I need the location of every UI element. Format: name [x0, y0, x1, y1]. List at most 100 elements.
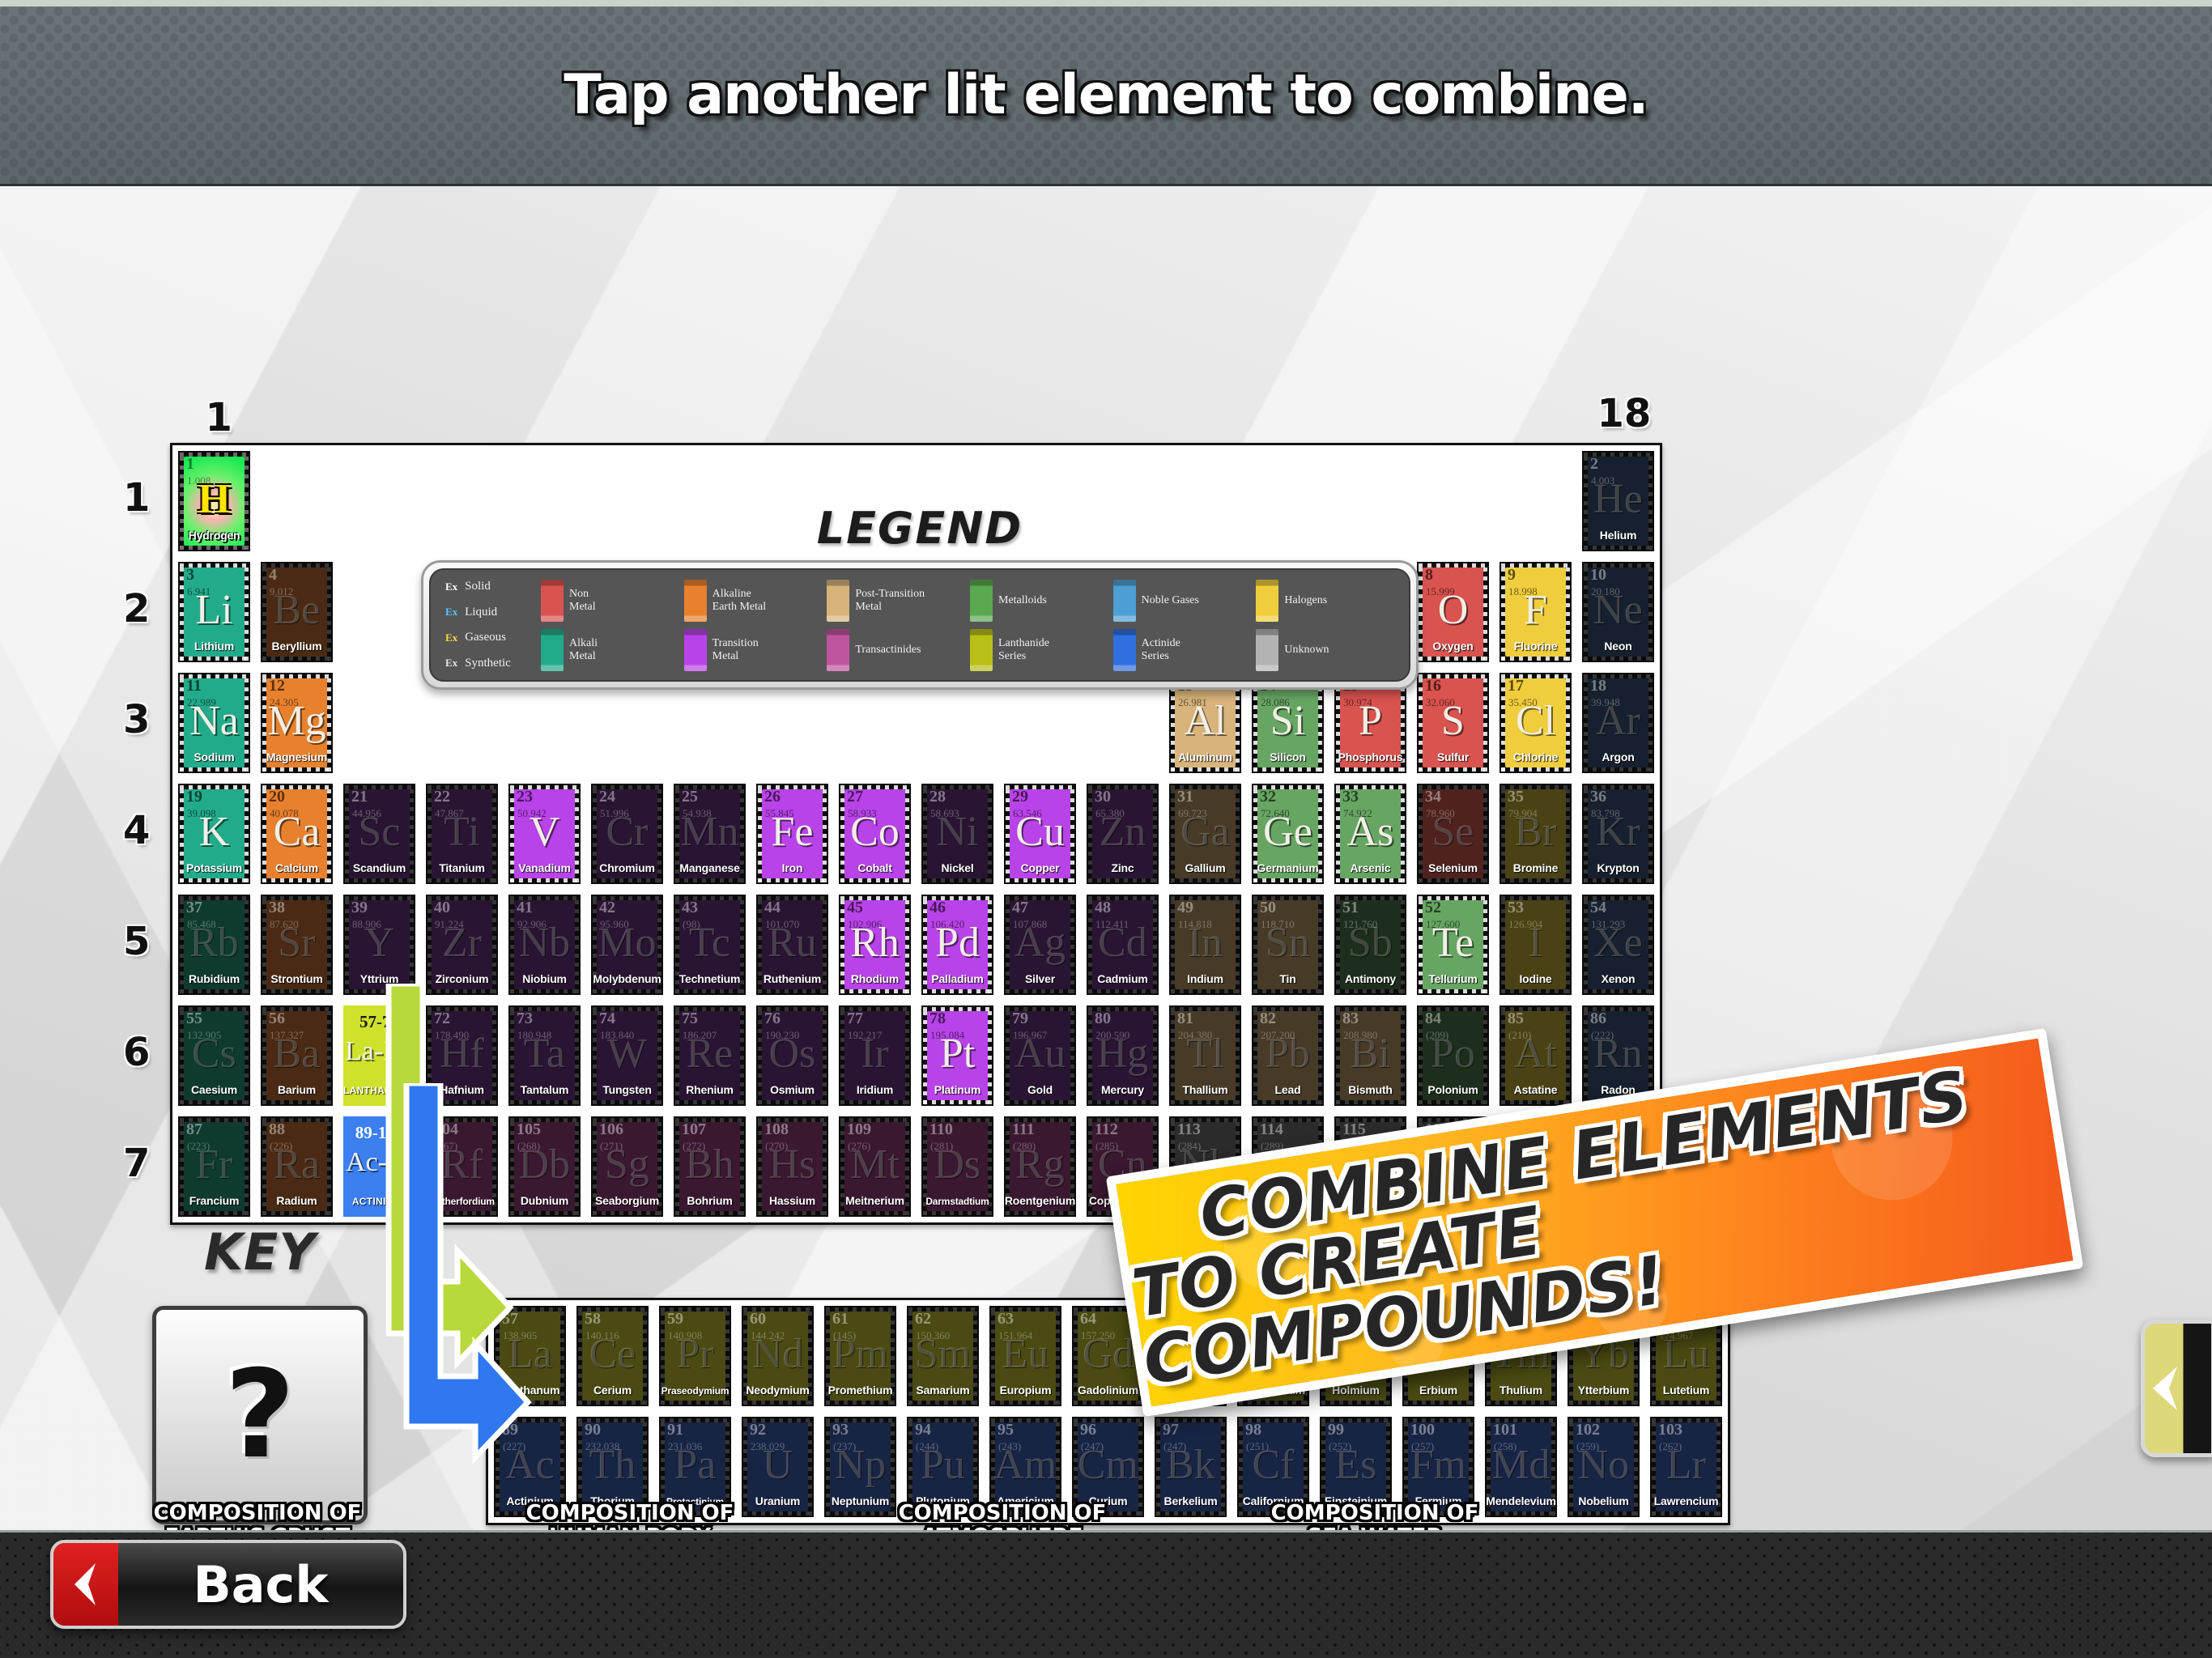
element-symbol: Li: [195, 587, 233, 633]
element-cell-te[interactable]: 52 127.600 Te Tellurium: [1415, 893, 1491, 997]
element-cell-he[interactable]: 2 4.003 He Helium: [1580, 449, 1656, 553]
element-cell-sg[interactable]: 106 (271) Sg Seaborgium: [589, 1115, 665, 1218]
element-cell-ni[interactable]: 28 58.693 Ni Nickel: [920, 782, 995, 886]
legend-color-swatch: [827, 628, 850, 671]
element-symbol: Y: [364, 920, 395, 966]
element-cell-mt[interactable]: 109 (276) Mt Meitnerium: [837, 1115, 912, 1218]
element-cell-nd[interactable]: 60 144.242 Nd Neodymium: [740, 1304, 815, 1408]
element-cell-ne[interactable]: 10 20.180 Ne Neon: [1580, 560, 1656, 664]
element-cell-md[interactable]: 101 (258) Md Mendelevium: [1483, 1415, 1559, 1519]
legend-category-label: Metalloids: [998, 593, 1047, 606]
element-cell-bi[interactable]: 83 208.980 Bi Bismuth: [1333, 1004, 1408, 1107]
element-cell-pt[interactable]: 78 195.084 Pt Platinum: [920, 1004, 995, 1107]
element-cell-o[interactable]: 8 15.999 O Oxygen: [1415, 560, 1491, 664]
element-cell-pb[interactable]: 82 207.200 Pb Lead: [1250, 1004, 1325, 1107]
element-cell-as[interactable]: 33 74.922 As Arsenic: [1333, 782, 1408, 886]
element-cell-be[interactable]: 4 9.012 Be Beryllium: [259, 560, 334, 664]
element-cell-nb[interactable]: 41 92.906 Nb Niobium: [507, 893, 582, 997]
element-symbol: No: [1577, 1442, 1630, 1488]
element-cell-au[interactable]: 79 196.967 Au Gold: [1002, 1004, 1078, 1107]
element-cell-pd[interactable]: 46 106.420 Pd Palladium: [920, 893, 995, 997]
element-cell-bh[interactable]: 107 (272) Bh Bohrium: [672, 1115, 747, 1218]
element-atomic-number: 17: [1508, 677, 1524, 695]
element-cell-ba[interactable]: 56 137.327 Ba Barium: [259, 1004, 334, 1107]
element-cell-hg[interactable]: 80 200.590 Hg Mercury: [1085, 1004, 1160, 1107]
element-cell-ir[interactable]: 77 192.217 Ir Iridium: [837, 1004, 912, 1107]
element-cell-zr[interactable]: 40 91.224 Zr Zirconium: [424, 893, 500, 997]
element-cell-bk[interactable]: 97 (247) Bk Berkelium: [1153, 1415, 1228, 1519]
element-cell-w[interactable]: 74 183.840 W Tungsten: [589, 1004, 665, 1107]
element-cell-tc[interactable]: 43 (98) Tc Technetium: [672, 893, 747, 997]
element-cell-fr[interactable]: 87 (223) Fr Francium: [177, 1115, 252, 1218]
back-button[interactable]: Back: [50, 1540, 406, 1629]
element-cell-kr[interactable]: 36 83.798 Kr Krypton: [1580, 782, 1656, 886]
element-cell-sn[interactable]: 50 118.710 Sn Tin: [1250, 893, 1325, 997]
element-cell-cd[interactable]: 48 112.411 Cd Cadmium: [1085, 893, 1160, 997]
element-cell-s[interactable]: 16 32.060 S Sulfur: [1415, 671, 1491, 775]
element-cell-f[interactable]: 9 18.998 F Fluorine: [1498, 560, 1573, 664]
element-cell-mn[interactable]: 25 54.938 Mn Manganese: [672, 782, 747, 886]
element-cell-pm[interactable]: 61 (145) Pm Promethium: [823, 1304, 898, 1408]
element-symbol: Au: [1014, 1031, 1066, 1077]
element-cell-sc[interactable]: 21 44.956 Sc Scandium: [342, 782, 417, 886]
element-cell-ga[interactable]: 31 69.723 Ga Gallium: [1168, 782, 1243, 886]
element-cell-rg[interactable]: 111 (280) Rg Roentgenium: [1002, 1115, 1078, 1218]
element-cell-no[interactable]: 102 (259) No Nobelium: [1566, 1415, 1641, 1519]
element-cell-hs[interactable]: 108 (270) Hs Hassium: [755, 1115, 830, 1218]
element-cell-rb[interactable]: 37 85.468 Rb Rubidium: [177, 893, 252, 997]
element-cell-ra[interactable]: 88 (226) Ra Radium: [259, 1115, 334, 1218]
element-cell-ca[interactable]: 20 40.078 Ca Calcium: [259, 782, 334, 886]
element-cell-na[interactable]: 11 22.989 Na Sodium: [177, 671, 252, 775]
element-cell-cs[interactable]: 55 132.905 Cs Caesium: [177, 1004, 252, 1107]
element-cell-np[interactable]: 93 (237) Np Neptunium: [823, 1415, 898, 1519]
element-cell-at[interactable]: 85 (210) At Astatine: [1498, 1004, 1573, 1107]
element-cell-k[interactable]: 19 39.098 K Potassium: [177, 782, 252, 886]
element-cell-os[interactable]: 76 190.230 Os Osmium: [755, 1004, 830, 1107]
element-name: Magnesium: [266, 750, 328, 763]
element-name: Cobalt: [857, 861, 892, 874]
element-cell-lr[interactable]: 103 (262) Lr Lawrencium: [1648, 1415, 1724, 1519]
element-cell-po[interactable]: 84 (209) Po Polonium: [1415, 1004, 1491, 1107]
element-cell-i[interactable]: 53 126.904 I Iodine: [1498, 893, 1573, 997]
element-cell-ge[interactable]: 32 72.640 Ge Germanium: [1250, 782, 1325, 886]
element-cell-zn[interactable]: 30 65.380 Zn Zinc: [1085, 782, 1160, 886]
element-cell-rh[interactable]: 45 102.906 Rh Rhodium: [837, 893, 912, 997]
element-cell-in[interactable]: 49 114.818 In Indium: [1168, 893, 1243, 997]
element-cell-ds[interactable]: 110 (281) Ds Darmstadtium: [920, 1115, 995, 1218]
element-cell-co[interactable]: 27 58.933 Co Cobalt: [837, 782, 912, 886]
element-cell-sr[interactable]: 38 87.620 Sr Strontium: [259, 893, 334, 997]
element-symbol: Xe: [1593, 920, 1643, 966]
legend-state-label: Solid: [465, 580, 491, 593]
element-cell-ce[interactable]: 58 140.116 Ce Cerium: [575, 1304, 650, 1408]
element-cell-fe[interactable]: 26 55.845 Fe Iron: [755, 782, 830, 886]
element-cell-ti[interactable]: 22 47.867 Ti Titanium: [424, 782, 500, 886]
element-cell-li[interactable]: 3 6.941 Li Lithium: [177, 560, 252, 664]
element-cell-ag[interactable]: 47 107.868 Ag Silver: [1002, 893, 1078, 997]
element-cell-u[interactable]: 92 238.029 U Uranium: [740, 1415, 815, 1519]
element-cell-mo[interactable]: 42 95.960 Mo Molybdenum: [589, 893, 665, 997]
element-symbol: Bh: [685, 1141, 734, 1188]
element-cell-ar[interactable]: 18 39.948 Ar Argon: [1580, 671, 1656, 775]
element-cell-cr[interactable]: 24 51.996 Cr Chromium: [589, 782, 665, 886]
element-cell-cl[interactable]: 17 35.450 Cl Chlorine: [1498, 671, 1573, 775]
element-name: Krypton: [1597, 861, 1640, 874]
element-cell-pr[interactable]: 59 140.908 Pr Praseodymium: [657, 1304, 733, 1408]
element-cell-br[interactable]: 35 79.904 Br Bromine: [1498, 782, 1573, 886]
back-button-label: Back: [193, 1554, 329, 1614]
element-cell-se[interactable]: 34 78.960 Se Selenium: [1415, 782, 1491, 886]
element-cell-re[interactable]: 75 186.207 Re Rhenium: [672, 1004, 747, 1107]
element-cell-h[interactable]: 1 1.008 H Hydrogen: [177, 449, 252, 553]
element-cell-mg[interactable]: 12 24.305 Mg Magnesium: [259, 671, 334, 775]
element-cell-sb[interactable]: 51 121.760 Sb Antimony: [1333, 893, 1408, 997]
element-name: Oxygen: [1432, 640, 1474, 653]
element-cell-v[interactable]: 23 50.942 V Vanadium: [507, 782, 582, 886]
element-cell-ru[interactable]: 44 101.070 Ru Ruthenium: [755, 893, 830, 997]
element-cell-y[interactable]: 39 88.906 Y Yttrium: [342, 893, 417, 997]
element-cell-xe[interactable]: 54 131.293 Xe Xenon: [1580, 893, 1656, 997]
element-cell-tl[interactable]: 81 204.380 Tl Thallium: [1168, 1004, 1243, 1107]
side-panel-collapse-tab[interactable]: [2141, 1320, 2212, 1457]
key-unknown-box[interactable]: ?: [152, 1306, 368, 1524]
element-cell-sm[interactable]: 62 150.360 Sm Samarium: [905, 1304, 981, 1408]
element-cell-eu[interactable]: 63 151.964 Eu Europium: [988, 1304, 1063, 1408]
element-cell-cu[interactable]: 29 63.546 Cu Copper: [1002, 782, 1078, 886]
